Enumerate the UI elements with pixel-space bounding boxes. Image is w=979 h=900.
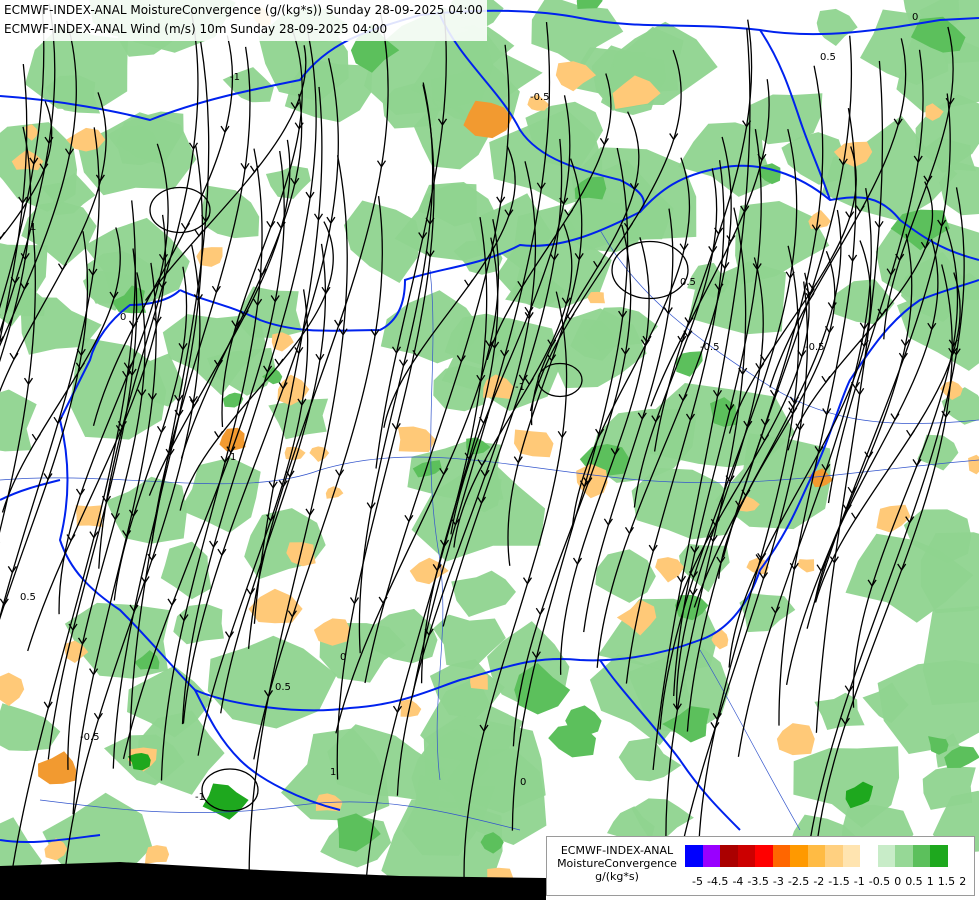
divergence-area [144, 845, 170, 864]
legend-tick: -5 [692, 875, 703, 888]
legend-model: ECMWF-INDEX-ANAL [560, 844, 674, 857]
legend-swatch [825, 845, 843, 867]
legend-swatch [702, 845, 720, 867]
legend-tick: 0 [894, 875, 902, 888]
legend-tick: 1.5 [937, 875, 956, 888]
convergence-area [922, 606, 979, 705]
legend-swatch [860, 845, 878, 867]
contour-label: -0.5 [805, 342, 825, 353]
map-header: ECMWF-INDEX-ANAL MoistureConvergence (g/… [0, 0, 487, 41]
legend-variable: MoistureConvergence [557, 857, 677, 870]
legend-tick-labels: -5 -4.5 -4 -3.5 -3 -2.5 -2 -1.5 -1 -0.5 0 0.5 1 1.5 2 [692, 876, 970, 888]
color-legend: ECMWF-INDEX-ANAL MoistureConvergence g/(… [546, 836, 975, 896]
legend-swatch [807, 845, 825, 867]
contour-label: 0 [520, 777, 526, 788]
contour-label: 0 [340, 652, 346, 663]
legend-swatch [895, 845, 913, 867]
contour-label: 0.5 [820, 52, 836, 63]
contour-label: -1 [230, 72, 240, 83]
legend-swatch [772, 845, 790, 867]
legend-tick: -2 [813, 875, 825, 888]
header-line-wind: ECMWF-INDEX-ANAL Wind (m/s) 10m Sunday 2… [4, 22, 388, 36]
legend-unit: g/(kg*s) [595, 870, 639, 883]
legend-tick: 0.5 [905, 875, 923, 888]
legend-tick: -4.5 [706, 875, 729, 888]
contour-label: -0.5 [700, 342, 720, 353]
legend-tick: 1 [926, 875, 934, 888]
contour-label: -1 [515, 382, 525, 393]
contour-label: -0.5 [530, 92, 550, 103]
divergence-area [587, 291, 605, 304]
legend-tick: -0.5 [868, 875, 891, 888]
contour-label: 1 [30, 222, 36, 233]
header-line-moisture: ECMWF-INDEX-ANAL MoistureConvergence (g/… [4, 3, 483, 17]
legend-tick: -1 [853, 875, 865, 888]
contour-label: 0.5 [20, 592, 36, 603]
legend-swatch [790, 845, 808, 867]
divergence-area [75, 505, 103, 527]
contour-label: 0 [120, 312, 126, 323]
contour-label: -1 [195, 792, 205, 803]
contour-label: -0.5 [80, 732, 100, 743]
legend-tick: -1.5 [828, 875, 850, 888]
legend-tick: 2 [959, 875, 967, 888]
moisture-convergence-map: 00.5-0.5-1100.5-0.5-1100.5-0.5-1100.5-0.… [0, 0, 979, 900]
legend-swatch [720, 845, 738, 867]
legend-tick: -2.5 [787, 875, 810, 888]
legend-swatch [930, 845, 948, 867]
contour-label: 1 [230, 452, 236, 463]
contour-label: 0 [912, 12, 918, 23]
legend-swatch [842, 845, 860, 867]
contour-label: 0.5 [680, 277, 696, 288]
contour-label: 0.5 [275, 682, 291, 693]
legend-swatches [685, 845, 948, 867]
legend-swatch [685, 845, 703, 867]
legend-tick: -3.5 [747, 875, 769, 888]
contour-label: 1 [330, 767, 336, 778]
legend-swatch [877, 845, 895, 867]
legend-swatch [737, 845, 755, 867]
legend-tick: -3 [772, 875, 784, 888]
legend-swatch [755, 845, 773, 867]
legend-swatch [912, 845, 930, 867]
legend-title: ECMWF-INDEX-ANAL MoistureConvergence g/(… [549, 844, 685, 883]
legend-tick: -4 [732, 875, 744, 888]
